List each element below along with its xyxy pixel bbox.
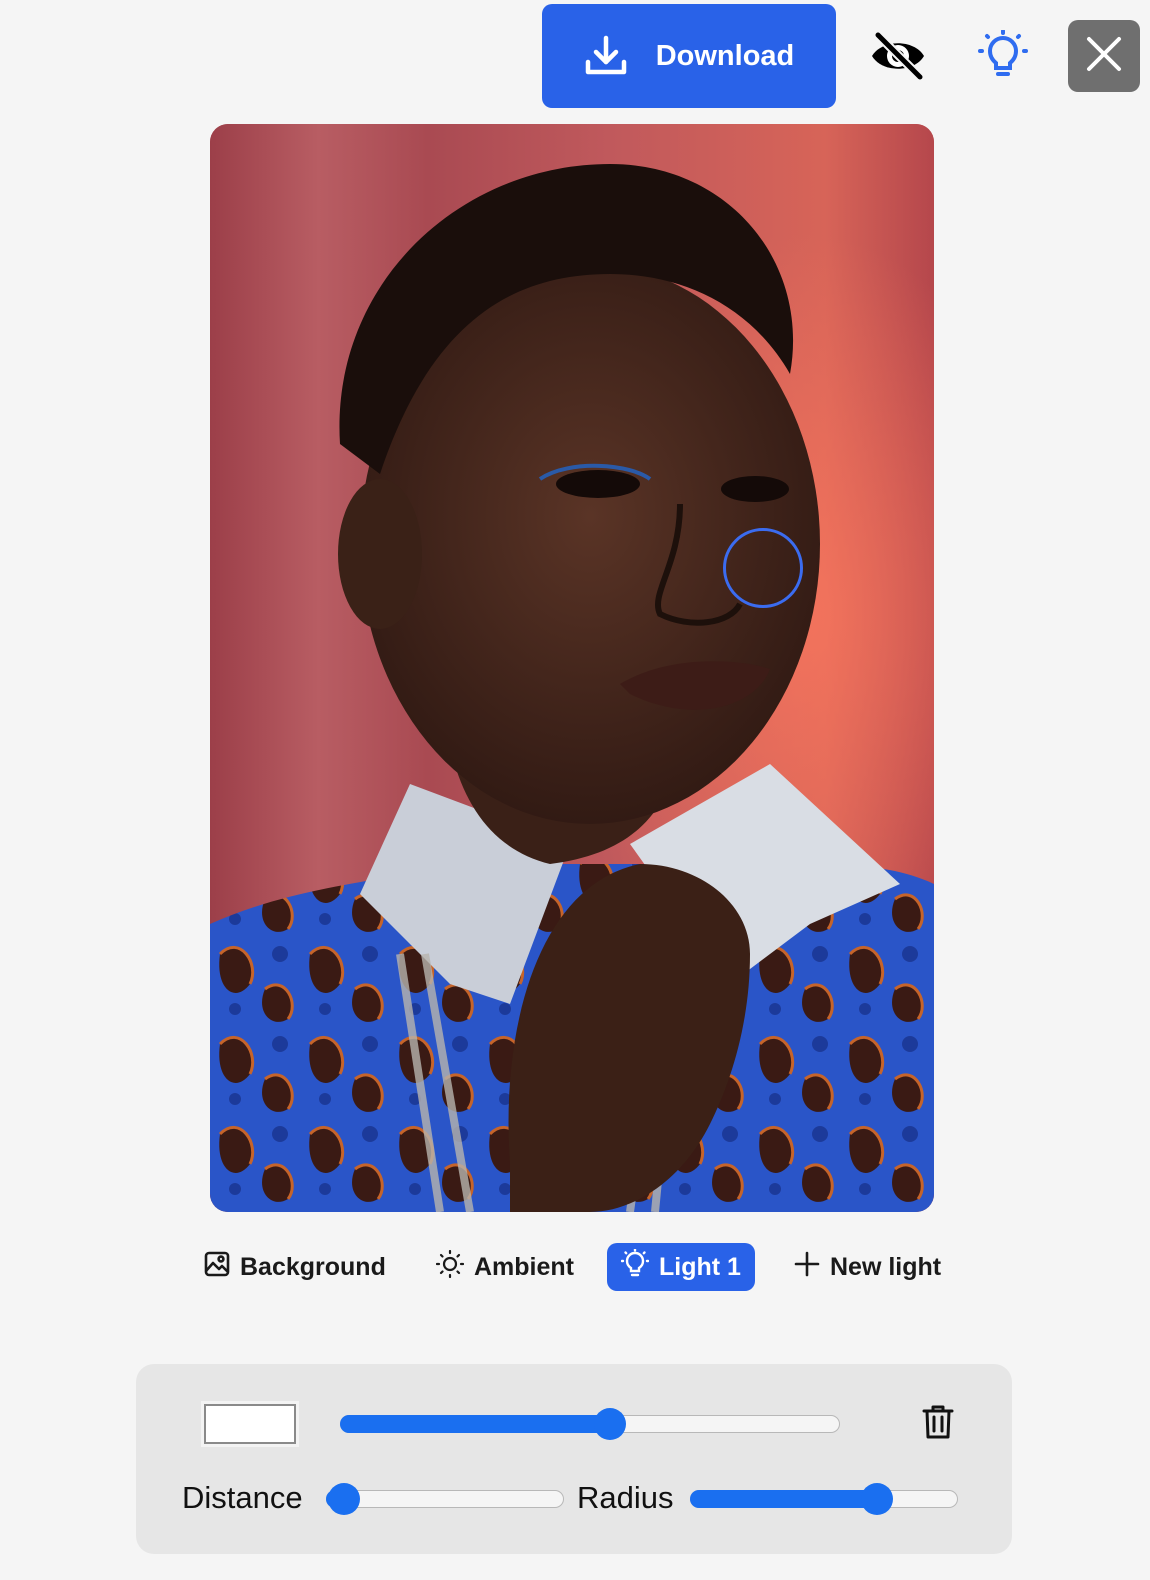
delete-light-button[interactable] — [918, 1402, 958, 1446]
close-icon — [1086, 36, 1122, 77]
lightbulb-icon — [977, 28, 1029, 87]
layer-tabs: Background Ambient Light 1 New light — [0, 1243, 1150, 1293]
plus-icon — [794, 1251, 820, 1284]
sun-icon — [435, 1249, 465, 1285]
image-icon — [204, 1251, 230, 1284]
photo-canvas[interactable] — [210, 124, 934, 1212]
download-icon — [584, 34, 628, 78]
distance-slider[interactable] — [326, 1483, 564, 1515]
intensity-slider[interactable] — [340, 1408, 840, 1440]
tab-label: New light — [830, 1252, 942, 1281]
light-settings-panel: Distance Radius — [136, 1364, 1012, 1554]
slider-thumb[interactable] — [327, 1483, 360, 1515]
slider-thumb[interactable] — [861, 1483, 894, 1515]
hide-lights-button[interactable] — [868, 28, 928, 88]
slider-fill — [340, 1415, 611, 1433]
lightbulb-icon — [620, 1247, 650, 1286]
tab-label: Ambient — [474, 1252, 574, 1281]
light-color-swatch[interactable] — [204, 1404, 296, 1444]
download-button[interactable]: Download — [542, 4, 836, 108]
tab-label: Background — [240, 1252, 386, 1281]
slider-thumb[interactable] — [593, 1408, 626, 1440]
light-position-handle[interactable] — [723, 528, 803, 608]
download-label: Download — [655, 39, 795, 72]
tab-background[interactable]: Background — [190, 1243, 400, 1291]
tab-light-1[interactable]: Light 1 — [607, 1243, 755, 1291]
radius-slider[interactable] — [690, 1483, 958, 1515]
light-mode-button[interactable] — [975, 28, 1031, 88]
portrait-photo — [210, 124, 934, 1212]
close-button[interactable] — [1068, 20, 1140, 92]
new-light-button[interactable]: New light — [780, 1243, 955, 1291]
radius-label: Radius — [577, 1480, 674, 1515]
tab-label: Light 1 — [659, 1252, 741, 1281]
tab-ambient[interactable]: Ambient — [422, 1243, 588, 1291]
top-toolbar: Download — [0, 0, 1150, 110]
eye-off-icon — [870, 30, 926, 86]
trash-icon — [922, 1404, 954, 1445]
slider-fill — [690, 1490, 879, 1508]
distance-label: Distance — [182, 1480, 303, 1515]
